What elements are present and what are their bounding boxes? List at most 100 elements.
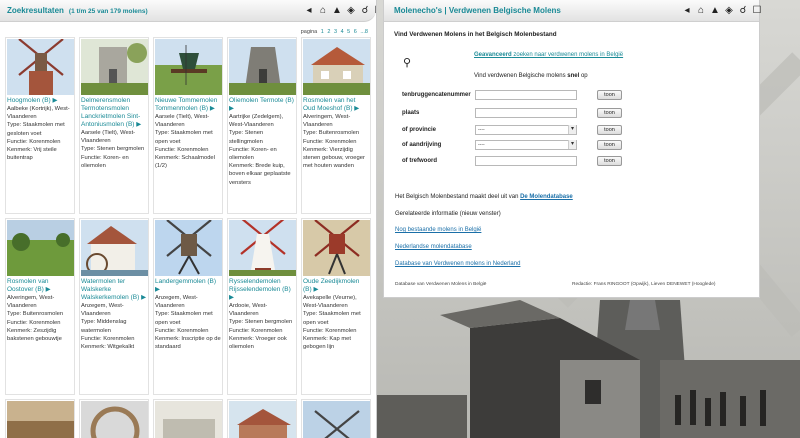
mill-name-link[interactable]: Rosmolen van Oostover (B) ▶ — [6, 277, 74, 294]
tenbruggencate-input[interactable] — [475, 90, 577, 100]
back-arrow-icon[interactable]: ◂ — [303, 5, 315, 17]
mill-name-link[interactable]: Oliemolen Termote (B) ▶ — [228, 96, 296, 113]
mill-thumbnail[interactable] — [229, 220, 296, 276]
mill-detail: Kenmerk: Vrij steile buitentrap — [7, 147, 57, 162]
dutch-database-link[interactable]: Nederlandse molendatabase — [395, 244, 472, 250]
mill-thumbnail[interactable] — [303, 39, 370, 95]
play-arrow-icon[interactable]: ▶ — [44, 286, 51, 293]
result-card[interactable]: Watermolen ter Walskerke Walskerkemolen … — [79, 218, 149, 395]
home-icon[interactable]: ⌂ — [695, 5, 707, 17]
aandrijving-select[interactable]: ---- — [475, 140, 577, 150]
play-arrow-icon[interactable]: ▶ — [155, 286, 160, 293]
advanced-search-link[interactable]: Geavanceerd — [474, 52, 512, 58]
mill-thumbnail[interactable] — [7, 39, 74, 95]
result-card[interactable] — [301, 399, 371, 438]
result-card[interactable]: Rosmolen van Oostover (B) ▶ Alveringem, W… — [5, 218, 75, 395]
mill-thumbnail[interactable] — [7, 401, 74, 438]
result-card[interactable]: Nieuwe Tommemolen Tommenmolen (B) ▶ Aarse… — [153, 37, 223, 214]
map-icon[interactable]: ◈ — [723, 5, 735, 17]
mill-thumbnail[interactable] — [229, 39, 296, 95]
field-label: of provincie — [402, 127, 437, 133]
mill-detail: Functie: Koren- en oliemolen — [229, 146, 277, 162]
result-card[interactable]: Landergemmolen (B) ▶ Anzegem, West-Vlaand… — [153, 218, 223, 395]
mill-thumbnail[interactable] — [81, 401, 148, 438]
result-card[interactable] — [79, 399, 149, 438]
mill-detail: Aarsele (Tielt), West-Vlaanderen — [81, 130, 136, 145]
field-row-trefwoord: of trefwoord — [402, 156, 577, 166]
toon-button[interactable]: toon — [597, 90, 622, 100]
mill-thumbnail[interactable] — [7, 220, 74, 276]
result-card[interactable]: Rosmolen van het Oud Moeshof (B) ▶ Alveri… — [301, 37, 371, 214]
toon-button[interactable]: toon — [597, 108, 622, 118]
mill-thumbnail[interactable] — [81, 39, 148, 95]
mill-detail: Functie: Korenmolen — [155, 327, 209, 334]
play-arrow-icon[interactable]: ▶ — [353, 105, 359, 112]
mill-detail: Functie: Korenmolen — [7, 138, 61, 145]
mill-detail: Anzegem, West-Vlaanderen — [155, 295, 198, 310]
dutch-lost-mills-link[interactable]: Database van Verdwenen molens in Nederla… — [395, 261, 520, 267]
result-card[interactable]: Hoogmolen (B) ▶ Aalbeke (Kortrijk), West-… — [5, 37, 75, 214]
book-icon[interactable]: ☐ — [373, 5, 376, 17]
play-arrow-icon[interactable]: ▶ — [134, 121, 141, 128]
existing-mills-link[interactable]: Nog bestaande molens in België — [395, 227, 481, 233]
mill-detail: Functie: Korenmolen — [303, 327, 357, 334]
trefwoord-input[interactable] — [475, 156, 577, 166]
mill-name-link[interactable]: Rosmolen van het Oud Moeshof (B) ▶ — [302, 96, 370, 113]
page-link[interactable]: 1 — [321, 29, 324, 35]
provincie-select[interactable]: ---- — [475, 125, 577, 135]
tree-icon[interactable]: ▲ — [709, 5, 721, 17]
mill-thumbnail[interactable] — [303, 401, 370, 438]
mill-thumbnail[interactable] — [81, 220, 148, 276]
result-card[interactable]: Rysselendemolen Rijsselendemolen (B) ▶ Ar… — [227, 218, 297, 395]
book-icon[interactable]: ☐ — [751, 5, 763, 17]
play-arrow-icon[interactable]: ▶ — [51, 97, 58, 104]
play-arrow-icon[interactable]: ▶ — [229, 105, 234, 112]
mill-name-link[interactable]: Watermolen ter Walskerke Walskerkemolen … — [80, 277, 148, 302]
mill-name-link[interactable]: Landergemmolen (B) ▶ — [154, 277, 222, 294]
page-link[interactable]: 6 — [354, 29, 357, 35]
result-card[interactable]: Oliemolen Termote (B) ▶ Aartrijke (Zedelg… — [227, 37, 297, 214]
mill-name-link[interactable]: Rysselendemolen Rijsselendemolen (B) ▶ — [228, 277, 296, 302]
magnifier-icon: ⚲ — [403, 57, 412, 69]
tree-icon[interactable]: ▲ — [331, 5, 343, 17]
search-icon[interactable]: ☌ — [359, 5, 371, 17]
toon-button[interactable]: toon — [597, 125, 622, 135]
toon-button[interactable]: toon — [597, 156, 622, 166]
mill-thumbnail[interactable] — [155, 220, 222, 276]
results-titlebar: Zoekresultaten (1 t/m 25 van 179 molens) … — [0, 0, 376, 22]
page-link[interactable]: 2 — [327, 29, 330, 35]
result-card[interactable]: Delmerensmolen Termotensmolen Lanckrietm… — [79, 37, 149, 214]
mill-thumbnail[interactable] — [155, 39, 222, 95]
toon-button[interactable]: toon — [597, 140, 622, 150]
mill-thumbnail[interactable] — [229, 401, 296, 438]
mill-name-link[interactable]: Hoogmolen (B) ▶ — [6, 96, 74, 105]
molendatabase-link[interactable]: De Molendatabase — [520, 194, 573, 200]
page-link[interactable]: ...8 — [360, 29, 368, 35]
play-arrow-icon[interactable]: ▶ — [139, 294, 146, 301]
map-icon[interactable]: ◈ — [345, 5, 357, 17]
result-card[interactable] — [153, 399, 223, 438]
advanced-search-text[interactable]: zoeken naar verdwenen molens in België — [512, 52, 623, 58]
mill-name-link[interactable]: Nieuwe Tommemolen Tommenmolen (B) ▶ — [154, 96, 222, 113]
play-arrow-icon[interactable]: ▶ — [312, 286, 318, 293]
mill-thumbnail[interactable] — [155, 401, 222, 438]
result-card[interactable] — [227, 399, 297, 438]
plaats-input[interactable] — [475, 108, 577, 118]
mill-detail: Type: Buitenrosmolen — [303, 130, 360, 137]
page-link[interactable]: 5 — [347, 29, 350, 35]
back-arrow-icon[interactable]: ◂ — [681, 5, 693, 17]
result-card[interactable]: Oude Zeedijkmolen (B) ▶ Avekapelle (Veurn… — [301, 218, 371, 395]
field-row-plaats: plaats — [402, 108, 577, 118]
page-link[interactable]: 3 — [334, 29, 337, 35]
mill-detail: Type: Middenslag watermolen — [81, 319, 127, 334]
mill-name-link[interactable]: Oude Zeedijkmolen (B) ▶ — [302, 277, 370, 294]
search-icon[interactable]: ☌ — [737, 5, 749, 17]
mill-thumbnail[interactable] — [303, 220, 370, 276]
home-icon[interactable]: ⌂ — [317, 5, 329, 17]
result-card[interactable] — [5, 399, 75, 438]
page-link[interactable]: 4 — [341, 29, 344, 35]
field-label: plaats — [402, 110, 420, 116]
mill-name-link[interactable]: Delmerensmolen Termotensmolen Lanckrietm… — [80, 96, 148, 129]
play-arrow-icon[interactable]: ▶ — [208, 105, 215, 112]
play-arrow-icon[interactable]: ▶ — [229, 294, 234, 301]
